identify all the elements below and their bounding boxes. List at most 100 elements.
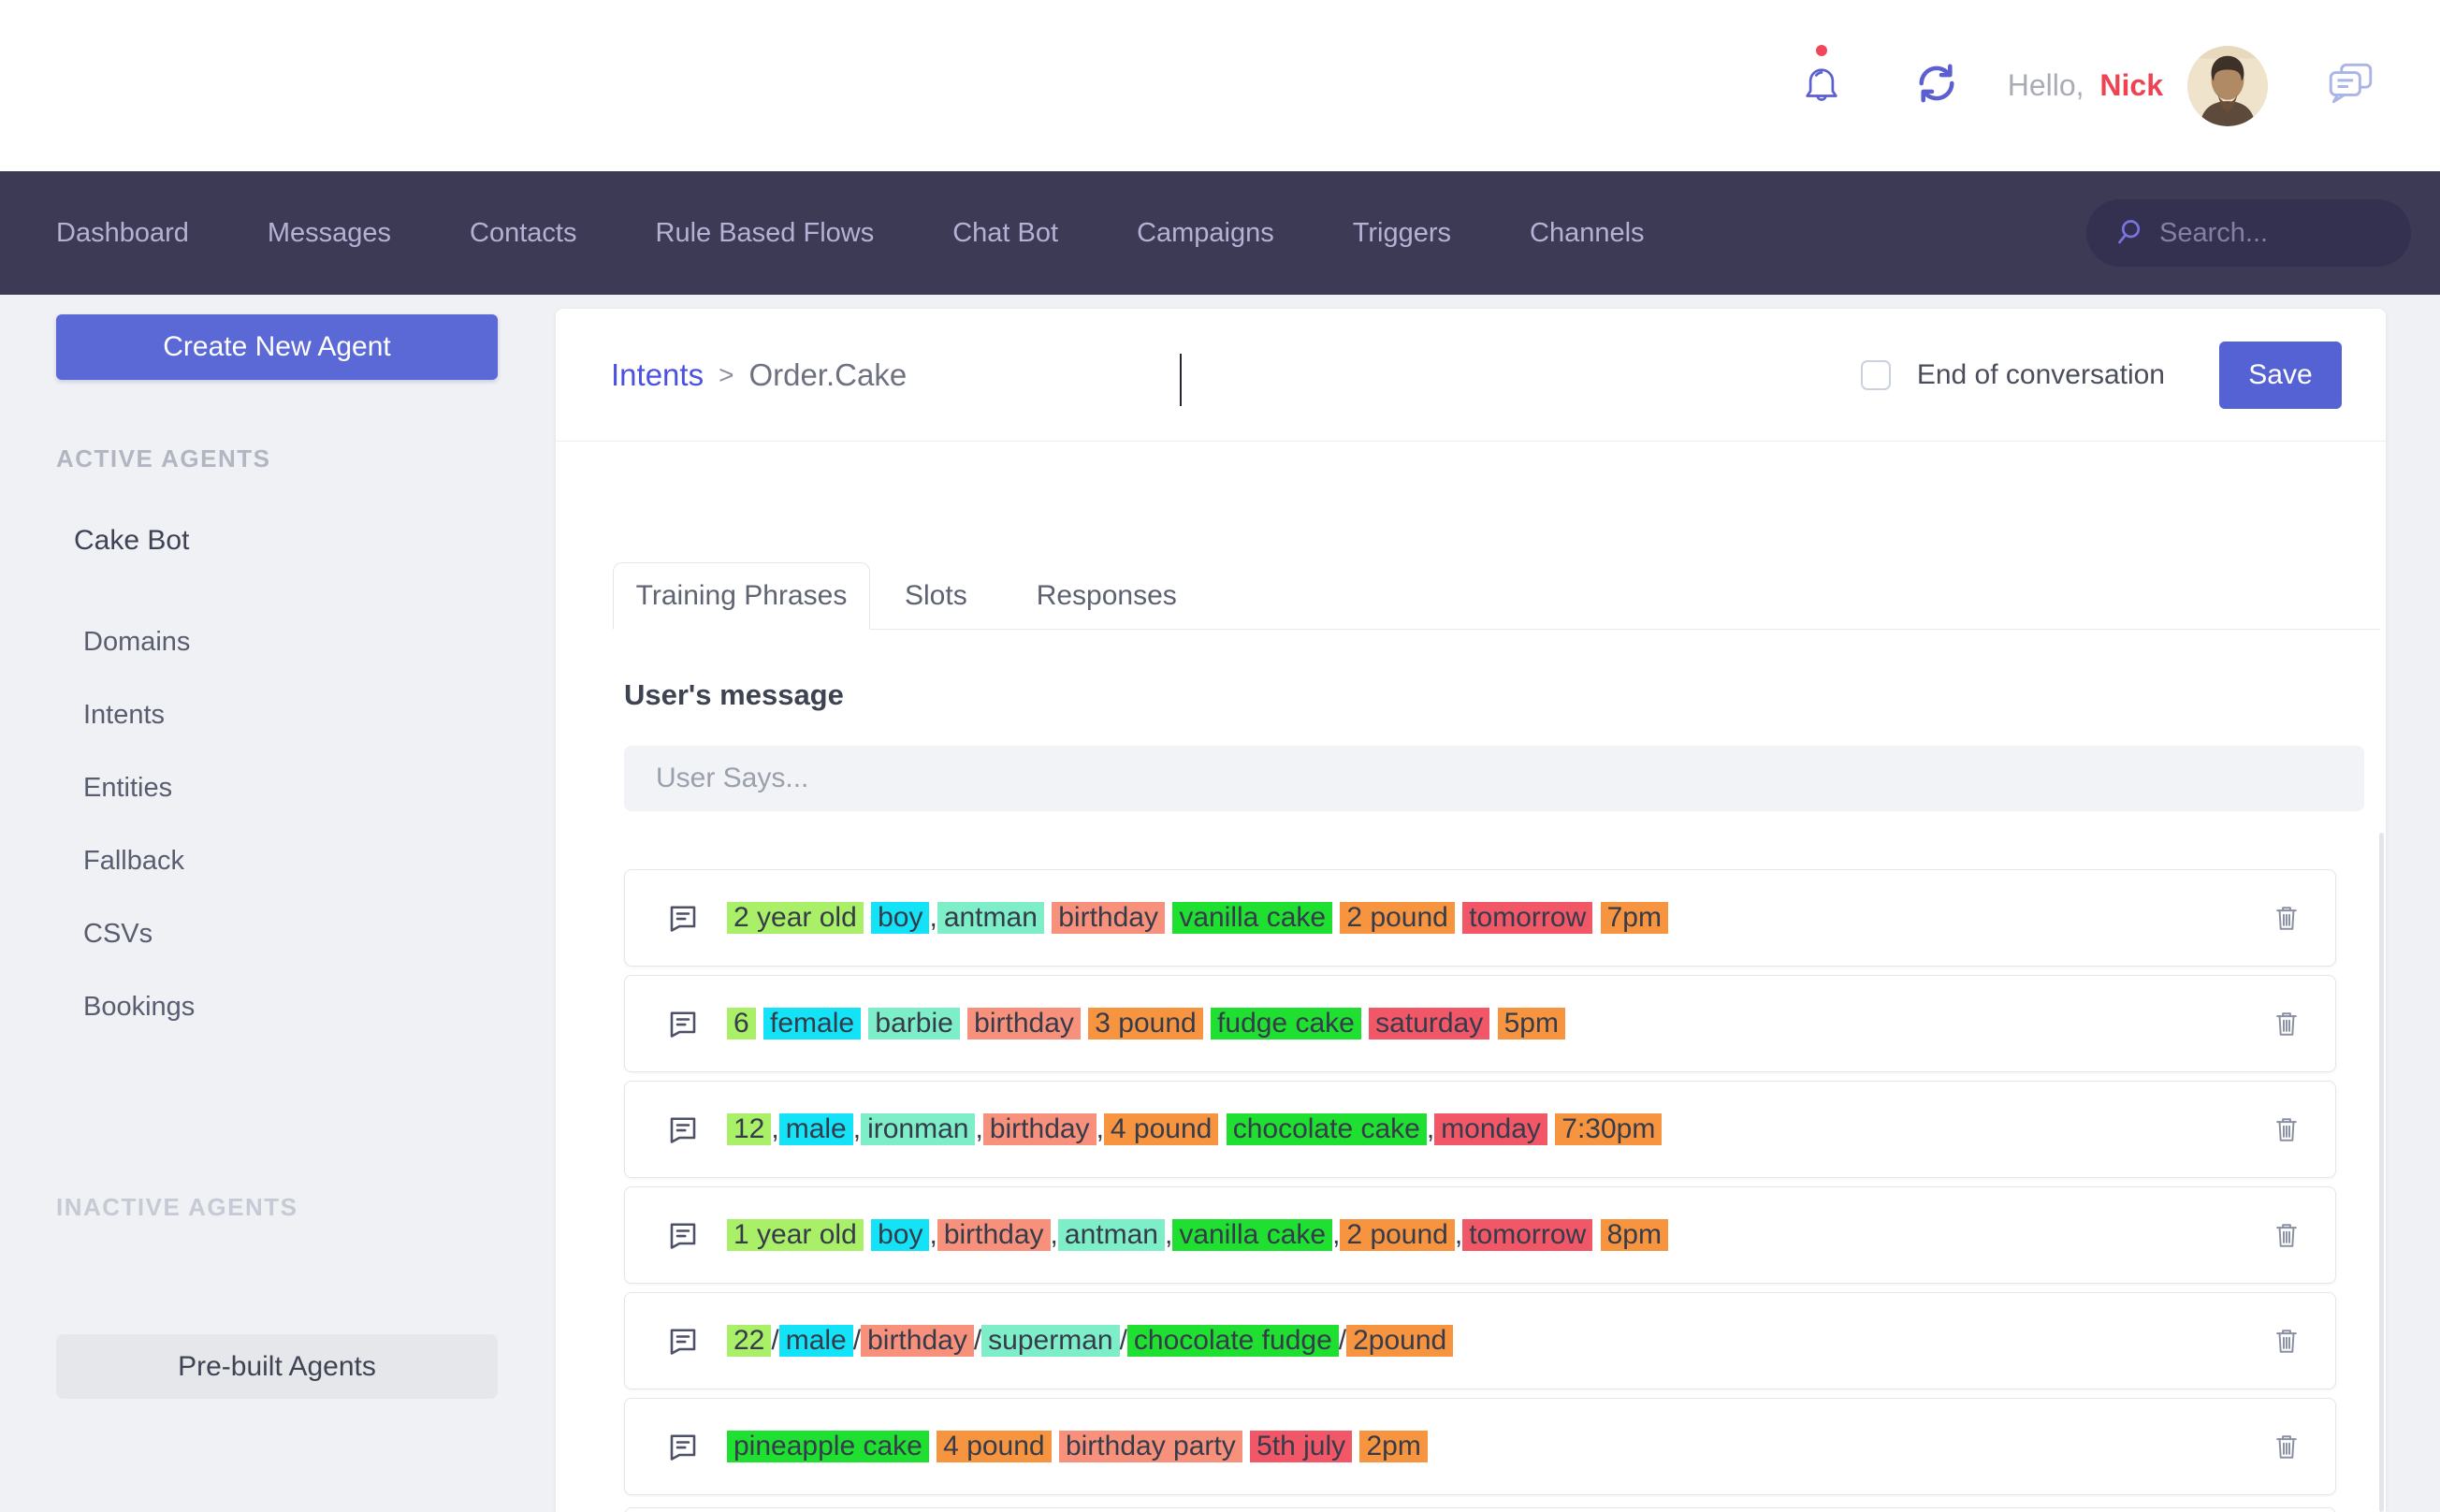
trash-icon[interactable] — [2272, 1008, 2302, 1040]
sidebar-item-cake-bot[interactable]: Cake Bot — [74, 525, 556, 557]
phrase-plain-text — [864, 902, 871, 934]
entity-chip-age[interactable]: 6 — [727, 1008, 756, 1040]
entity-chip-time[interactable]: 7pm — [1601, 902, 1668, 934]
phrase-plain-text: , — [771, 1113, 778, 1145]
comment-icon — [666, 1112, 700, 1146]
phrase-plain-text — [1242, 1431, 1250, 1462]
entity-chip-age[interactable]: 1 year old — [727, 1219, 864, 1251]
entity-chip-cake[interactable]: vanilla cake — [1172, 1219, 1332, 1251]
trash-icon[interactable] — [2272, 1113, 2302, 1145]
entity-chip-day[interactable]: monday — [1434, 1113, 1547, 1145]
nav-item-rule-based-flows[interactable]: Rule Based Flows — [656, 218, 875, 249]
nav-item-contacts[interactable]: Contacts — [470, 218, 576, 249]
entity-chip-cake[interactable]: chocolate fudge — [1127, 1325, 1339, 1357]
sidebar-item-domains[interactable]: Domains — [83, 605, 556, 678]
entity-chip-occasion[interactable]: birthday — [937, 1219, 1051, 1251]
prebuilt-agents-button[interactable]: Pre-built Agents — [56, 1334, 498, 1399]
sidebar-item-entities[interactable]: Entities — [83, 751, 556, 824]
bell-icon — [1800, 98, 1843, 114]
sidebar-item-intents[interactable]: Intents — [83, 678, 556, 751]
tab-responses[interactable]: Responses — [1002, 562, 1212, 629]
entity-chip-character[interactable]: antman — [937, 902, 1044, 934]
entity-chip-weight[interactable]: 4 pound — [937, 1431, 1051, 1462]
trash-icon[interactable] — [2272, 1431, 2302, 1462]
phrase-plain-text — [1052, 1431, 1059, 1462]
entity-chip-gender[interactable]: boy — [871, 1219, 929, 1251]
entity-chip-character[interactable]: ironman — [861, 1113, 975, 1145]
user-avatar[interactable] — [2187, 46, 2268, 126]
inactive-agents-label: INACTIVE AGENTS — [56, 1193, 556, 1222]
entity-chip-character[interactable]: antman — [1058, 1219, 1165, 1251]
phrase-plain-text: / — [1120, 1325, 1127, 1357]
notifications-button[interactable] — [1800, 60, 1843, 112]
greeting-prefix: Hello, — [2008, 68, 2084, 102]
save-button[interactable]: Save — [2219, 342, 2342, 409]
entity-chip-gender[interactable]: female — [763, 1008, 861, 1040]
nav-item-chat-bot[interactable]: Chat Bot — [952, 218, 1058, 249]
nav-item-campaigns[interactable]: Campaigns — [1137, 218, 1274, 249]
entity-chip-cake[interactable]: vanilla cake — [1172, 902, 1332, 934]
breadcrumb-intents-link[interactable]: Intents — [611, 357, 704, 393]
entity-chip-weight[interactable]: 2pound — [1346, 1325, 1453, 1357]
trash-icon[interactable] — [2272, 902, 2302, 934]
entity-chip-age[interactable]: 22 — [727, 1325, 771, 1357]
entity-chip-weight[interactable]: 2 pound — [1340, 902, 1454, 934]
messages-button[interactable] — [2324, 59, 2376, 112]
sidebar-item-bookings[interactable]: Bookings — [83, 970, 556, 1043]
tab-training-phrases[interactable]: Training Phrases — [613, 562, 870, 630]
end-of-conversation-checkbox[interactable] — [1861, 360, 1891, 390]
entity-chip-time[interactable]: 8pm — [1601, 1219, 1668, 1251]
entity-chip-weight[interactable]: 2 pound — [1340, 1219, 1454, 1251]
entity-chip-age[interactable]: 12 — [727, 1113, 771, 1145]
scrollbar[interactable] — [2379, 833, 2384, 1512]
entity-chip-age[interactable]: 2 year old — [727, 902, 864, 934]
phrase-plain-text — [1044, 902, 1052, 934]
trash-icon[interactable] — [2272, 1219, 2302, 1251]
phrase-plain-text: / — [974, 1325, 981, 1357]
entity-chip-occasion[interactable]: birthday party — [1059, 1431, 1242, 1462]
nav-item-triggers[interactable]: Triggers — [1353, 218, 1451, 249]
chat-bubbles-icon — [2324, 95, 2376, 111]
sidebar-item-fallback[interactable]: Fallback — [83, 824, 556, 897]
entity-chip-occasion[interactable]: birthday — [1052, 902, 1165, 934]
entity-chip-time[interactable]: 2pm — [1359, 1431, 1427, 1462]
entity-chip-day[interactable]: 5th july — [1250, 1431, 1352, 1462]
training-phrase-row: 6 female barbie birthday 3 pound fudge c… — [624, 975, 2336, 1072]
nav-item-messages[interactable]: Messages — [268, 218, 391, 249]
entity-chip-time[interactable]: 5pm — [1498, 1008, 1565, 1040]
nav-item-dashboard[interactable]: Dashboard — [56, 218, 189, 249]
comment-icon — [666, 1218, 700, 1252]
entity-chip-occasion[interactable]: birthday — [861, 1325, 974, 1357]
intent-header: Intents > Order.Cake End of conversation… — [556, 309, 2386, 442]
phrase-plain-text: , — [1455, 1219, 1462, 1251]
entity-chip-day[interactable]: saturday — [1369, 1008, 1489, 1040]
entity-chip-weight[interactable]: 4 pound — [1104, 1113, 1218, 1145]
phrase-plain-text — [864, 1219, 871, 1251]
entity-chip-gender[interactable]: boy — [871, 902, 929, 934]
user-says-input[interactable] — [624, 746, 2364, 811]
tab-slots[interactable]: Slots — [870, 562, 1002, 629]
entity-chip-weight[interactable]: 3 pound — [1088, 1008, 1202, 1040]
entity-chip-gender[interactable]: male — [779, 1325, 853, 1357]
entity-chip-character[interactable]: barbie — [868, 1008, 959, 1040]
entity-chip-character[interactable]: superman — [981, 1325, 1119, 1357]
entity-chip-cake[interactable]: pineapple cake — [727, 1431, 929, 1462]
entity-chip-time[interactable]: 7:30pm — [1555, 1113, 1662, 1145]
entity-chip-day[interactable]: tomorrow — [1462, 1219, 1592, 1251]
entity-chip-cake[interactable]: chocolate cake — [1227, 1113, 1427, 1145]
entity-chip-gender[interactable]: male — [779, 1113, 853, 1145]
search-input[interactable] — [2159, 218, 2384, 249]
sidebar-item-csvs[interactable]: CSVs — [83, 897, 556, 970]
entity-chip-occasion[interactable]: birthday — [967, 1008, 1081, 1040]
trash-icon[interactable] — [2272, 1325, 2302, 1357]
content-area: Create New Agent ACTIVE AGENTS Cake Bot … — [0, 295, 2440, 1512]
intent-name[interactable]: Order.Cake — [748, 357, 907, 393]
sync-button[interactable] — [1912, 59, 1961, 112]
entity-chip-day[interactable]: tomorrow — [1462, 902, 1592, 934]
entity-chip-occasion[interactable]: birthday — [983, 1113, 1097, 1145]
nav-item-channels[interactable]: Channels — [1530, 218, 1645, 249]
create-new-agent-button[interactable]: Create New Agent — [56, 314, 498, 380]
training-phrase-row: 22/male/birthday/superman/chocolate fudg… — [624, 1292, 2336, 1389]
phrase-plain-text: , — [929, 902, 937, 934]
entity-chip-cake[interactable]: fudge cake — [1211, 1008, 1361, 1040]
